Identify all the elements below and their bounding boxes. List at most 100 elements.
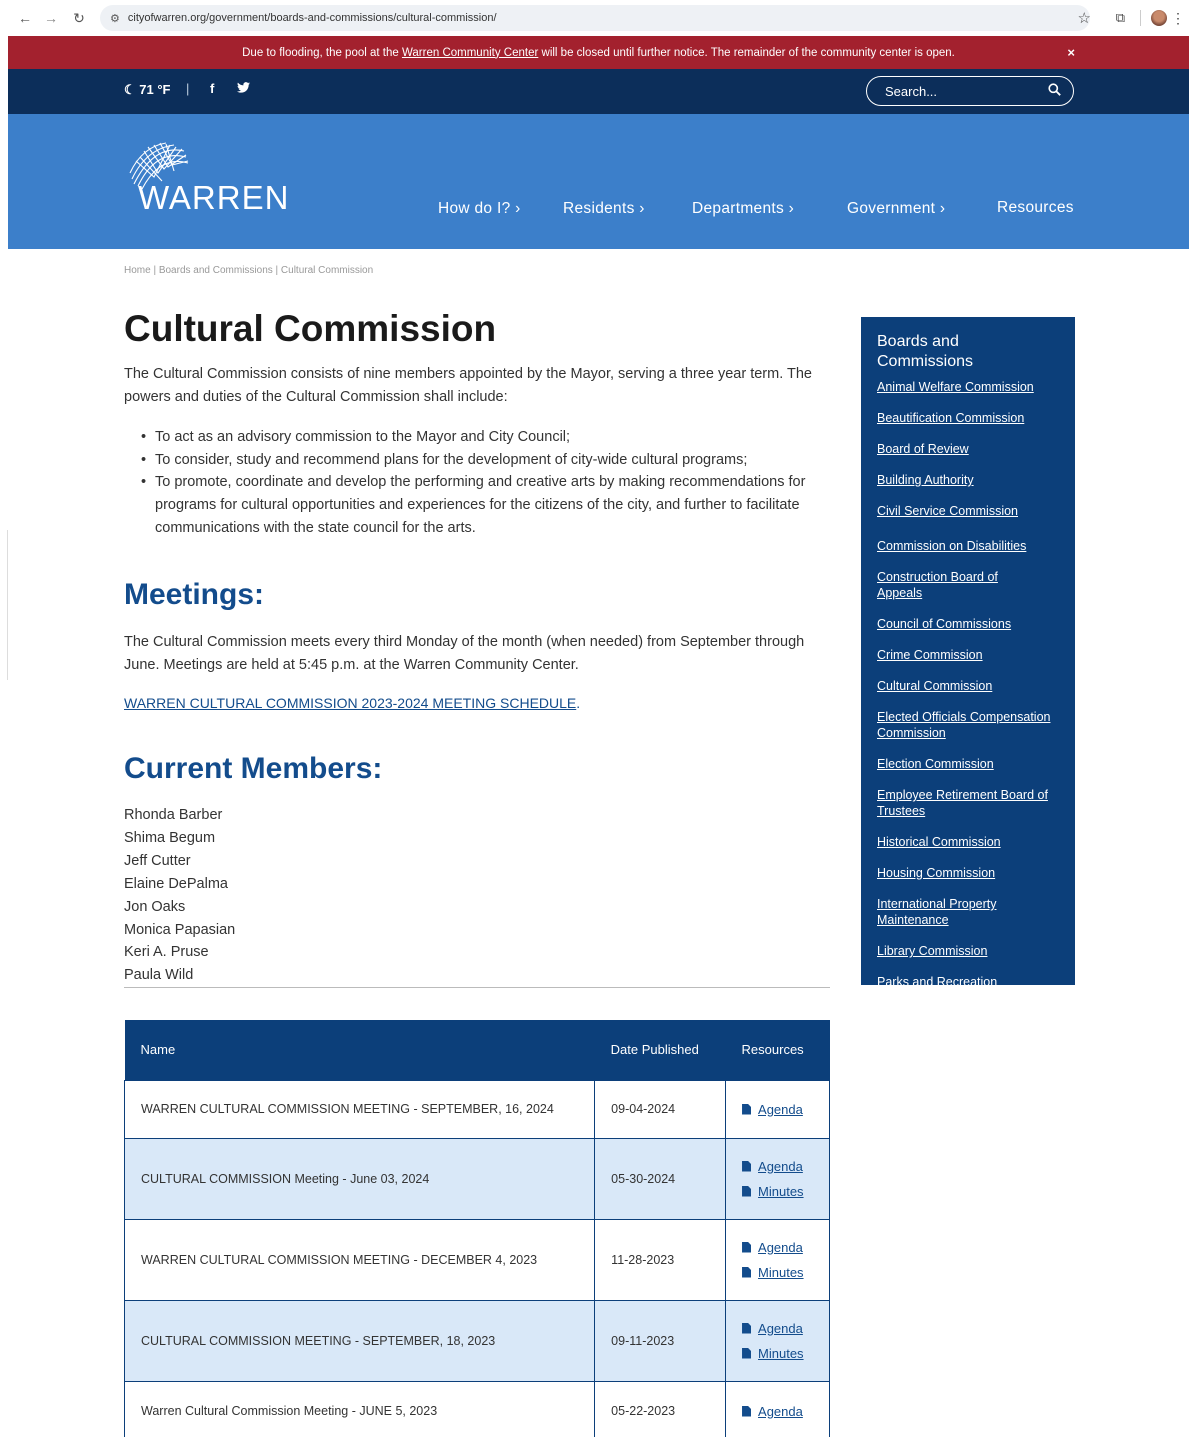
minutes-link[interactable]: Minutes [742, 1341, 829, 1366]
file-icon [742, 1241, 752, 1253]
page-title: Cultural Commission [124, 308, 497, 349]
nav-residents[interactable]: Residents › [563, 200, 645, 218]
meeting-schedule-link[interactable]: WARREN CULTURAL COMMISSION 2023-2024 MEE… [124, 695, 580, 711]
file-icon [742, 1347, 752, 1359]
address-bar[interactable]: ⚙ cityofwarren.org/government/boards-and… [100, 5, 1090, 31]
sidebar-item-parks-recreation[interactable]: Parks and Recreation [877, 975, 1067, 985]
profile-avatar[interactable] [1151, 10, 1167, 26]
alert-banner: Due to flooding, the pool at the Warren … [8, 36, 1189, 69]
row-name: Warren Cultural Commission Meeting - JUN… [123, 1380, 596, 1437]
row-resources: Agenda Minutes [725, 1218, 830, 1301]
agenda-link[interactable]: Agenda [742, 1235, 829, 1260]
intro-paragraph: The Cultural Commission consists of nine… [124, 366, 812, 405]
agenda-link-label: Agenda [758, 1320, 803, 1336]
site-header: WARREN How do I? › Residents › Departmen… [8, 114, 1189, 249]
members-heading: Current Members: [124, 752, 383, 785]
search-placeholder: Search... [885, 83, 938, 99]
agenda-link[interactable]: Agenda [742, 1154, 829, 1179]
duties-list: To act as an advisory commission to the … [134, 426, 830, 540]
forward-arrow-icon[interactable]: → [40, 7, 62, 29]
url-text: cityofwarren.org/government/boards-and-c… [127, 12, 497, 24]
meeting-schedule-link-text[interactable]: WARREN CULTURAL COMMISSION 2023-2024 MEE… [124, 695, 576, 711]
column-header-date[interactable]: Date Published [594, 1020, 726, 1080]
sidebar-item-library[interactable]: Library Commission [877, 944, 1067, 960]
sidebar-item-disabilities[interactable]: Commission on Disabilities [877, 539, 1067, 555]
utility-separator: | [186, 81, 190, 96]
member-name: Rhonda Barber [124, 807, 223, 823]
members-list: Rhonda Barber Shima Begum Jeff Cutter El… [124, 804, 235, 987]
sidebar-item-board-of-review[interactable]: Board of Review [877, 442, 1067, 458]
member-name: Elaine DePalma [124, 875, 228, 892]
agenda-link-label: Agenda [758, 1239, 803, 1255]
section-divider [124, 987, 830, 988]
nav-departments[interactable]: Departments › [692, 200, 794, 218]
column-header-name[interactable]: Name [124, 1020, 595, 1080]
minutes-link[interactable]: Minutes [742, 1179, 829, 1204]
file-icon [742, 1185, 752, 1197]
table-row: CULTURAL COMMISSION Meeting - June 03, 2… [123, 1137, 830, 1220]
sidebar-item-construction-board[interactable]: Construction Board of Appeals [877, 570, 1027, 601]
back-arrow-icon[interactable]: ← [14, 7, 36, 29]
member-name: Shima Begum [124, 829, 216, 846]
extensions-icon[interactable]: ⧉ [1116, 10, 1125, 26]
sidebar-item-housing[interactable]: Housing Commission [877, 866, 1067, 882]
bookmark-star-icon[interactable]: ☆ [1078, 9, 1091, 27]
table-row: WARREN CULTURAL COMMISSION MEETING - SEP… [123, 1079, 830, 1139]
table-row: Warren Cultural Commission Meeting - JUN… [123, 1380, 830, 1437]
agenda-link[interactable]: Agenda [742, 1399, 829, 1424]
agenda-link-label: Agenda [758, 1101, 803, 1117]
member-name: Keri A. Pruse [124, 944, 209, 961]
member-name: Paula Wild [124, 967, 194, 984]
row-date: 05-30-2024 [594, 1137, 727, 1220]
sidebar-item-animal-welfare[interactable]: Animal Welfare Commission [877, 380, 1067, 396]
nav-resources[interactable]: Resources [997, 199, 1074, 217]
row-resources: Agenda [725, 1079, 830, 1139]
close-icon[interactable]: × [1067, 45, 1075, 60]
sidebar-item-elected-officials[interactable]: Elected Officials Compensation Commissio… [877, 710, 1057, 741]
sidebar-item-civil-service[interactable]: Civil Service Commission [877, 504, 1067, 520]
sidebar-item-crime[interactable]: Crime Commission [877, 648, 1067, 664]
row-date: 11-28-2023 [594, 1218, 727, 1301]
meetings-heading: Meetings: [124, 578, 265, 611]
row-resources: Agenda Minutes [725, 1137, 830, 1220]
site-settings-icon[interactable]: ⚙ [110, 12, 120, 25]
sidebar-item-property-maintenance[interactable]: International Property Maintenance [877, 897, 1027, 928]
row-resources: Agenda [725, 1380, 830, 1437]
minutes-link-label: Minutes [758, 1183, 804, 1199]
twitter-icon[interactable] [237, 81, 250, 96]
sidebar-item-employee-retirement[interactable]: Employee Retirement Board of Trustees [877, 788, 1063, 819]
search-icon[interactable] [1048, 83, 1061, 99]
agenda-link-label: Agenda [758, 1158, 803, 1174]
sidebar-item-beautification[interactable]: Beautification Commission [877, 411, 1067, 427]
sidebar-item-building-authority[interactable]: Building Authority [877, 473, 1067, 489]
nav-government[interactable]: Government › [847, 200, 945, 218]
reload-icon[interactable]: ↻ [68, 7, 90, 29]
boards-sidebar: Boards and Commissions Animal Welfare Co… [861, 317, 1075, 985]
file-icon [742, 1160, 752, 1172]
sidebar-item-cultural[interactable]: Cultural Commission [877, 679, 1067, 695]
agenda-link[interactable]: Agenda [742, 1097, 829, 1122]
breadcrumb[interactable]: Home | Boards and Commissions | Cultural… [124, 265, 373, 276]
duty-item: To act as an advisory commission to the … [134, 426, 830, 449]
duty-item: To promote, coordinate and develop the p… [134, 471, 830, 539]
agenda-link[interactable]: Agenda [742, 1316, 829, 1341]
table-row: CULTURAL COMMISSION MEETING - SEPTEMBER,… [123, 1299, 830, 1382]
sidebar-title: Boards and Commissions [877, 333, 974, 370]
sidebar-item-historical[interactable]: Historical Commission [877, 835, 1067, 851]
member-name: Jeff Cutter [124, 852, 191, 869]
meetings-text: The Cultural Commission meets every thir… [124, 634, 805, 673]
toolbar-divider [1140, 10, 1141, 26]
row-date: 09-04-2024 [594, 1079, 727, 1139]
alert-link[interactable]: Warren Community Center [402, 47, 538, 59]
sidebar-item-council-of-commissions[interactable]: Council of Commissions [877, 617, 1067, 633]
nav-how-do-i[interactable]: How do I? › [438, 200, 521, 218]
browser-toolbar: ← → ↻ ⚙ cityofwarren.org/government/boar… [0, 0, 1189, 36]
table-row: WARREN CULTURAL COMMISSION MEETING - DEC… [123, 1218, 830, 1301]
facebook-icon[interactable]: f [210, 81, 214, 96]
browser-menu-icon[interactable]: ⋮ [1171, 10, 1185, 27]
file-icon [742, 1266, 752, 1278]
search-input[interactable]: Search... [866, 76, 1074, 106]
sidebar-item-election[interactable]: Election Commission [877, 757, 1067, 773]
minutes-link[interactable]: Minutes [742, 1260, 829, 1285]
member-name: Monica Papasian [124, 921, 236, 938]
